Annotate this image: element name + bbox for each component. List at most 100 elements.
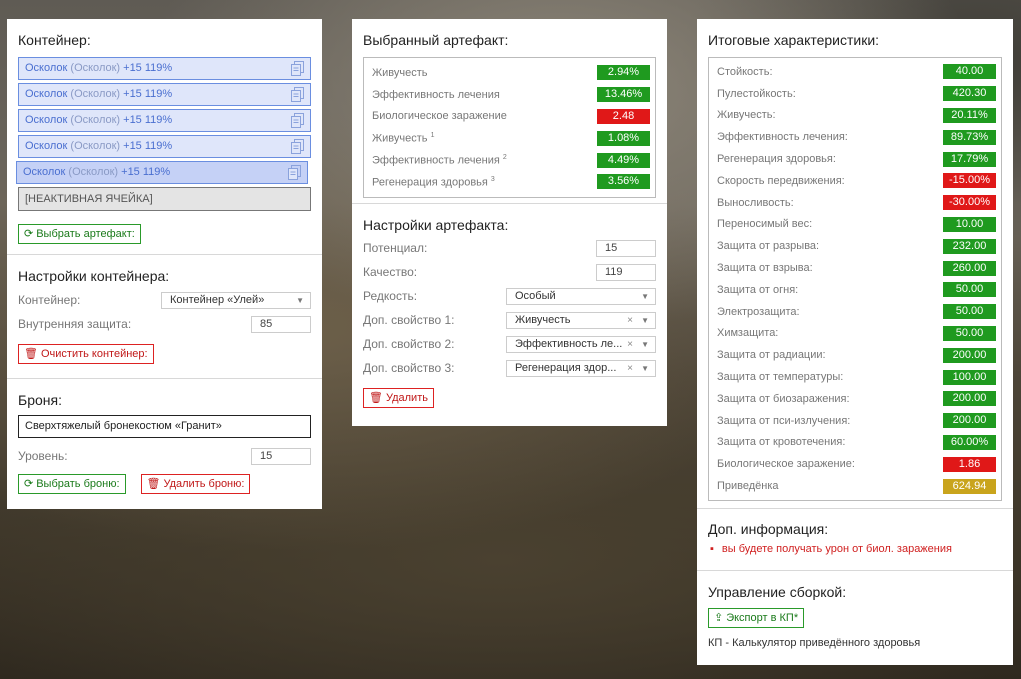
total-stat-row: Скорость передвижения: -15.00%: [717, 170, 996, 192]
stat-label: Регенерация здоровья 3: [372, 175, 495, 189]
protection-label: Внутренняя защита:: [18, 317, 132, 331]
stat-label: Пулестойкость:: [717, 87, 796, 100]
slot-name: Осколок: [23, 166, 66, 178]
quality-input[interactable]: 119: [596, 263, 656, 281]
stat-value-badge: 200.00: [943, 413, 996, 429]
artifact-settings-section: Настройки артефакта: Потенциал: 15 Качес…: [352, 204, 667, 418]
stat-value-badge: 3.56%: [597, 174, 650, 190]
choose-artifact-button[interactable]: ⟳ Выбрать артефакт:: [18, 224, 141, 244]
total-stat-row: Биологическое заражение: 1.86: [717, 453, 996, 475]
rarity-label: Редкость:: [363, 289, 418, 303]
slot-alt: (Осколок): [68, 166, 119, 178]
info-item: ▪ вы будете получать урон от биол. зараже…: [708, 543, 1002, 555]
trash-icon: 🗑: [369, 392, 383, 404]
artifact-slot[interactable]: Осколок (Осколок) +15 119%: [16, 161, 308, 184]
stat-label: Биологическое заражение:: [717, 458, 855, 471]
total-stat-row: Регенерация здоровья: 17.79%: [717, 148, 996, 170]
stat-value-badge: 13.46%: [597, 87, 650, 103]
chevron-down-icon: ▼: [641, 339, 649, 349]
stat-value-badge: -30.00%: [943, 195, 996, 211]
clear-icon[interactable]: ×: [627, 337, 633, 352]
slot-stats: +15 119%: [123, 88, 173, 100]
info-title: Доп. информация:: [708, 521, 829, 537]
totals-panel: Итоговые характеристики: Стойкость: 40.00…: [697, 19, 1013, 665]
armor-name-field[interactable]: Сверхтяжелый бронекостюм «Гранит»: [18, 415, 311, 438]
remove-armor-button[interactable]: 🗑 Удалить броню:: [140, 474, 251, 494]
stat-value-badge: -15.00%: [943, 173, 996, 189]
stat-label: Живучесть: [372, 66, 428, 79]
rarity-select[interactable]: Особый ▼: [506, 287, 656, 305]
artifact-panel: Выбранный артефакт: Живучесть 2.94% Эффект…: [352, 19, 667, 426]
artifact-stat-row: Регенерация здоровья 3 3.56%: [372, 171, 650, 193]
choose-armor-label: Выбрать броню:: [36, 478, 120, 490]
stat-label: Приведёнка: [717, 480, 779, 493]
total-stat-row: Защита от кровотечения: 60.00%: [717, 432, 996, 454]
stat-value-badge: 10.00: [943, 216, 996, 232]
extra3-value: Регенерация здор...: [515, 361, 617, 374]
stat-value-badge: 50.00: [943, 325, 996, 341]
container-panel: Контейнер: Осколок (Осколок) +15 119% Оск…: [7, 19, 322, 509]
export-label: Экспорт в КП*: [726, 612, 799, 624]
clear-icon[interactable]: ×: [627, 313, 633, 328]
artifact-slot[interactable]: Осколок (Осколок) +15 119%: [18, 83, 311, 106]
copy-icon[interactable]: [291, 61, 304, 76]
slot-alt: (Осколок): [70, 114, 121, 126]
extra3-select[interactable]: Регенерация здор... × ▼: [506, 359, 656, 377]
stat-label: Защита от огня:: [717, 283, 799, 296]
quality-row: Качество: 119: [363, 260, 656, 284]
stat-value-badge: 1.86: [943, 456, 996, 472]
stat-value-badge: 17.79%: [943, 151, 996, 167]
potential-input[interactable]: 15: [596, 239, 656, 257]
stat-value-badge: 40.00: [943, 64, 996, 80]
artifact-slot[interactable]: Осколок (Осколок) +15 119%: [18, 109, 311, 132]
container-label: Контейнер:: [18, 293, 81, 307]
armor-level-input[interactable]: 15: [251, 447, 311, 465]
stat-label: Регенерация здоровья:: [717, 153, 836, 166]
total-stat-row: Электрозащита: 50.00: [717, 301, 996, 323]
chevron-down-icon: ▼: [641, 291, 649, 301]
footnote: КП - Калькулятор приведённого здоровья: [708, 637, 921, 649]
copy-icon[interactable]: [291, 87, 304, 102]
totals-section: Итоговые характеристики: Стойкость: 40.00…: [697, 19, 1013, 509]
stat-value-badge: 89.73%: [943, 129, 996, 145]
stat-value-badge: 20.11%: [943, 107, 996, 123]
stat-label: Живучесть 1: [372, 131, 435, 145]
export-button[interactable]: ⇪ Экспорт в КП*: [708, 608, 805, 628]
delete-artifact-button[interactable]: 🗑 Удалить: [363, 388, 434, 408]
copy-icon[interactable]: [288, 165, 301, 180]
stat-label: Защита от пси-излучения:: [717, 414, 851, 427]
stat-label: Скорость передвижения:: [717, 174, 845, 187]
delete-artifact-label: Удалить: [385, 392, 428, 404]
artifact-stat-row: Эффективность лечения 13.46%: [372, 84, 650, 106]
protection-input[interactable]: 85: [251, 315, 311, 333]
artifact-slot[interactable]: Осколок (Осколок) +15 119%: [18, 135, 311, 158]
stat-label: Электрозащита:: [717, 305, 800, 318]
copy-icon[interactable]: [291, 113, 304, 128]
extra2-select[interactable]: Эффективность ле... × ▼: [506, 335, 656, 353]
inactive-slot[interactable]: [НЕАКТИВНАЯ ЯЧЕЙКА]: [18, 187, 311, 211]
slot-stats: +15 119%: [123, 62, 173, 74]
artifact-stat-row: Живучесть 2.94%: [372, 62, 650, 84]
total-stat-row: Переносимый вес: 10.00: [717, 214, 996, 236]
slot-stats: +15 119%: [123, 140, 173, 152]
stat-value-badge: 232.00: [943, 238, 996, 254]
container-title: Контейнер:: [18, 32, 91, 48]
total-stat-row: Защита от радиации: 200.00: [717, 344, 996, 366]
choose-armor-button[interactable]: ⟳ Выбрать броню:: [18, 474, 126, 494]
armor-level-row: Уровень: 15: [18, 444, 311, 468]
slot-name: Осколок: [25, 114, 68, 126]
clear-container-button[interactable]: 🗑 Очистить контейнер:: [18, 344, 154, 364]
extra2-label: Доп. свойство 2:: [363, 337, 455, 351]
build-title: Управление сборкой:: [708, 584, 847, 600]
build-section: Управление сборкой: ⇪ Экспорт в КП* КП - …: [697, 571, 1013, 659]
extra1-select[interactable]: Живучесть × ▼: [506, 311, 656, 329]
slot-list: Осколок (Осколок) +15 119% Осколок (Оскол…: [16, 57, 311, 184]
copy-icon[interactable]: [291, 139, 304, 154]
potential-row: Потенциал: 15: [363, 236, 656, 260]
clear-icon[interactable]: ×: [627, 361, 633, 376]
totals-title: Итоговые характеристики:: [708, 32, 880, 48]
container-select[interactable]: Контейнер «Улей» ▼: [161, 291, 311, 309]
armor-title: Броня:: [18, 392, 62, 408]
extra2-row: Доп. свойство 2: Эффективность ле... × ▼: [363, 332, 656, 356]
artifact-slot[interactable]: Осколок (Осколок) +15 119%: [18, 57, 311, 80]
